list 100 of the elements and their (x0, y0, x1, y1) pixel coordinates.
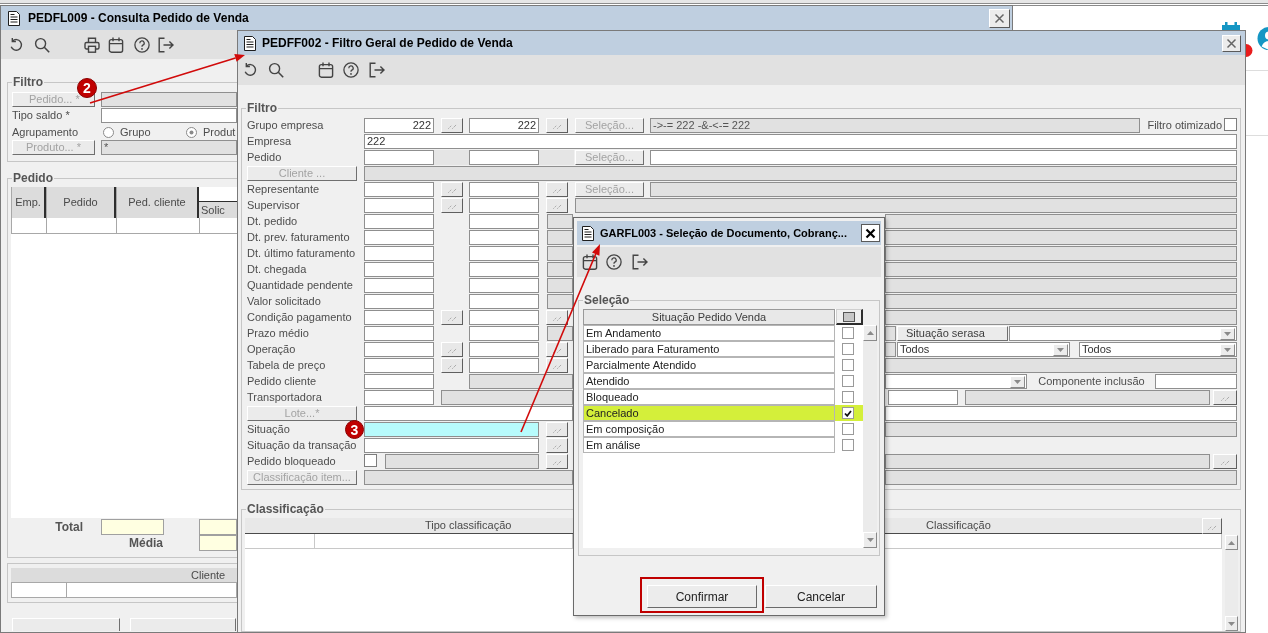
input-field[interactable] (364, 214, 434, 229)
input-field[interactable] (364, 182, 434, 197)
input-field[interactable] (364, 262, 434, 277)
lookup-button[interactable] (546, 438, 568, 453)
input-field[interactable]: 222 (469, 118, 539, 133)
radio-icon[interactable] (186, 126, 197, 138)
lookup-button[interactable] (441, 358, 463, 373)
input-field[interactable] (469, 214, 539, 229)
lookup-button[interactable] (546, 310, 568, 325)
input-field[interactable] (469, 310, 539, 325)
lookup-button[interactable] (546, 342, 568, 357)
input-field[interactable] (101, 108, 237, 123)
checkbox[interactable] (842, 375, 854, 387)
input-field[interactable] (364, 230, 434, 245)
help-icon[interactable] (343, 62, 359, 78)
input-field[interactable] (364, 422, 539, 437)
input-field[interactable] (364, 326, 434, 341)
dropdown[interactable]: Todos (1079, 342, 1237, 357)
scroll-down-button[interactable] (863, 532, 877, 548)
checkbox[interactable] (364, 454, 377, 467)
checkbox[interactable] (1224, 118, 1237, 131)
input-field[interactable] (469, 262, 539, 277)
lookup-button[interactable] (546, 422, 568, 437)
checkbox[interactable] (842, 359, 854, 371)
radio-option[interactable]: Grupo (103, 123, 186, 141)
dialog-button[interactable]: Confirmar (647, 585, 757, 608)
input-field[interactable] (364, 278, 434, 293)
input-field[interactable] (650, 150, 1237, 165)
input-field[interactable] (364, 246, 434, 261)
input-field[interactable] (469, 294, 539, 309)
input-field[interactable] (469, 342, 539, 357)
lookup-button[interactable] (441, 342, 463, 357)
printer-icon[interactable] (84, 36, 100, 53)
input-field[interactable] (469, 246, 539, 261)
select-all-button[interactable] (836, 309, 863, 325)
lookup-button[interactable] (441, 182, 463, 197)
lookup-button[interactable] (441, 118, 463, 133)
calendar-icon[interactable] (582, 254, 598, 270)
user-icon[interactable] (1257, 27, 1268, 50)
exit-icon[interactable] (632, 254, 648, 270)
calendar-icon[interactable] (318, 62, 334, 78)
input-field[interactable] (469, 358, 539, 373)
lookup-button[interactable] (441, 310, 463, 325)
exit-icon[interactable] (158, 36, 174, 53)
lookup-button[interactable] (546, 358, 568, 373)
input-field[interactable] (364, 342, 434, 357)
lookup-button[interactable] (546, 454, 568, 469)
input-field[interactable] (364, 438, 539, 453)
lookup-button[interactable] (1213, 390, 1237, 405)
help-icon[interactable] (134, 36, 150, 53)
lookup-button[interactable] (546, 118, 568, 133)
scrollbar[interactable] (863, 325, 877, 548)
refresh-icon[interactable] (8, 36, 24, 53)
lookup-button[interactable] (546, 198, 568, 213)
dropdown-button[interactable] (1220, 327, 1235, 340)
dropdown-button[interactable] (1053, 343, 1068, 356)
scroll-up-button[interactable] (863, 325, 877, 341)
input-field[interactable] (364, 390, 434, 405)
input-field[interactable] (469, 182, 539, 197)
checkbox[interactable] (842, 327, 854, 339)
scroll-down-button[interactable] (1225, 616, 1238, 631)
radio-option[interactable]: Produt (186, 123, 236, 141)
checkbox[interactable] (842, 439, 854, 451)
dialog-button[interactable]: Cancelar (765, 585, 877, 608)
input-field[interactable] (364, 374, 434, 389)
input-field[interactable] (364, 294, 434, 309)
dropdown[interactable] (1009, 326, 1237, 341)
dropdown[interactable] (885, 374, 1027, 389)
input-field[interactable] (469, 278, 539, 293)
checkbox[interactable] (842, 407, 854, 419)
dropdown[interactable]: Todos (897, 342, 1070, 357)
input-field[interactable] (364, 310, 434, 325)
close-button[interactable] (861, 224, 880, 242)
input-field[interactable] (1155, 374, 1237, 389)
lookup-button[interactable] (1213, 454, 1237, 469)
input-field[interactable] (469, 230, 539, 245)
input-field[interactable] (888, 390, 958, 405)
radio-icon[interactable] (103, 126, 114, 138)
dropdown-button[interactable] (1220, 343, 1235, 356)
lookup-button[interactable] (1202, 518, 1222, 534)
checkbox[interactable] (842, 391, 854, 403)
scrollbar[interactable] (1225, 535, 1238, 631)
refresh-icon[interactable] (242, 62, 258, 78)
scroll-up-button[interactable] (1225, 535, 1238, 550)
input-field[interactable] (469, 326, 539, 341)
filter-button[interactable]: Situação serasa (897, 326, 1008, 341)
input-field[interactable] (469, 198, 539, 213)
input-field[interactable] (364, 406, 573, 421)
help-icon[interactable] (606, 254, 622, 270)
input-field[interactable] (364, 150, 434, 165)
dropdown-button[interactable] (1010, 375, 1025, 388)
input-field[interactable] (364, 358, 434, 373)
input-field[interactable] (364, 198, 434, 213)
calendar-icon[interactable] (108, 36, 124, 53)
input-field[interactable] (469, 150, 539, 165)
checkbox[interactable] (842, 343, 854, 355)
search-icon[interactable] (34, 36, 50, 53)
lookup-button[interactable] (441, 198, 463, 213)
input-field[interactable]: 222 (364, 118, 434, 133)
exit-icon[interactable] (369, 62, 385, 78)
